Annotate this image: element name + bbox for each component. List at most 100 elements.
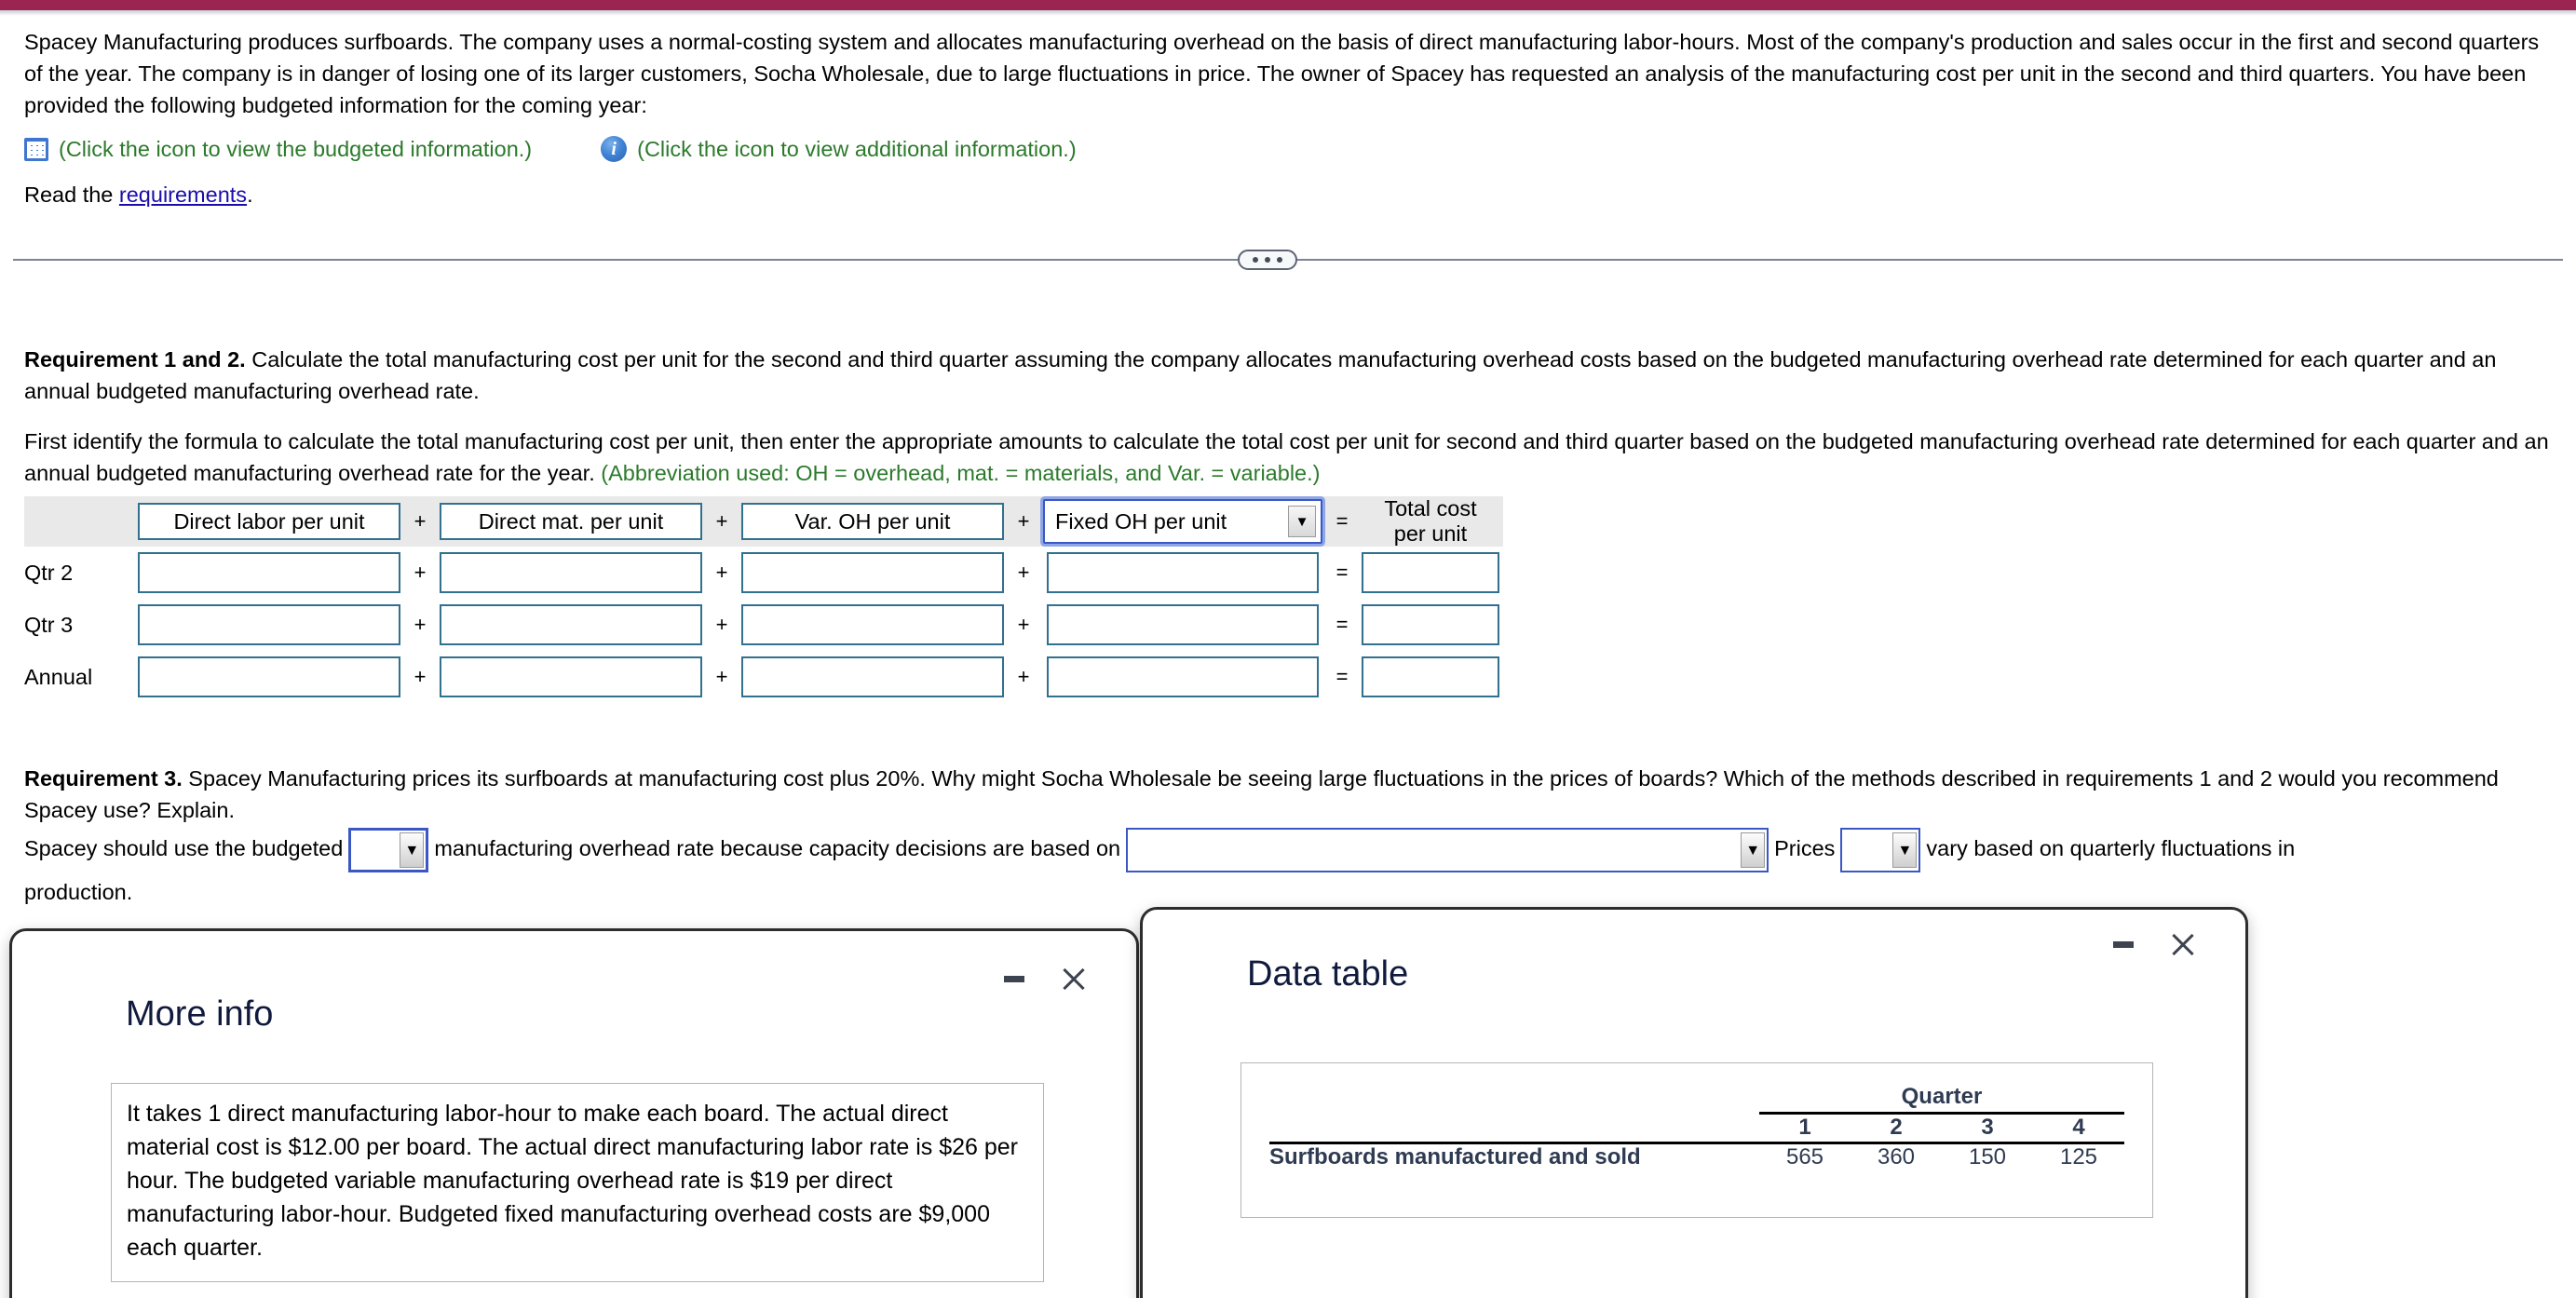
row-operator-equals: = [1335, 665, 1349, 688]
cell-qtr3-var-oh [738, 599, 1008, 651]
input-qtr3-direct-labor[interactable] [138, 604, 400, 645]
operator-plus-2: + [706, 496, 738, 547]
table-row: Qtr 3 + + + = [24, 599, 1503, 651]
input-qtr3-direct-mat[interactable] [440, 604, 702, 645]
problem-paragraph: Spacey Manufacturing produces surfboards… [24, 30, 2540, 117]
number-header-spacer [1269, 1113, 1759, 1141]
chevron-down-icon[interactable]: ▼ [1288, 506, 1316, 537]
input-qtr2-total[interactable] [1362, 552, 1499, 593]
total-cost-line1: Total cost [1384, 496, 1477, 521]
data-value-q1: 565 [1785, 1144, 1824, 1170]
chevron-down-icon[interactable]: ▼ [1741, 832, 1766, 868]
input-annual-total[interactable] [1362, 656, 1499, 697]
accent-top-bar [0, 0, 2576, 10]
cell-annual-var-oh [738, 651, 1008, 703]
icon-links-row: (Click the icon to view the budgeted inf… [24, 134, 2552, 164]
answer-text-3: Prices [1774, 836, 1836, 861]
ellipsis-icon[interactable] [1238, 250, 1297, 270]
operator-equals-header: = [1326, 496, 1358, 547]
input-annual-direct-mat[interactable] [440, 656, 702, 697]
dot-2 [1265, 257, 1270, 263]
grid-table-icon[interactable] [24, 137, 48, 161]
cell-qtr2-var-oh [738, 547, 1008, 599]
requirement-3-body: Spacey Manufacturing prices its surfboar… [24, 766, 2499, 822]
additional-info-label[interactable]: (Click the icon to view additional infor… [637, 134, 1077, 164]
input-annual-fixed-oh[interactable] [1047, 656, 1319, 697]
minimize-icon[interactable] [1004, 975, 1024, 982]
table-bottom-spacer [1269, 1170, 2124, 1198]
formula-table-grid: Direct labor per unit + Direct mat. per … [24, 496, 1503, 703]
row-operator-plus: + [715, 665, 728, 688]
input-qtr2-direct-labor[interactable] [138, 552, 400, 593]
bottom-spacer [1269, 1170, 2124, 1198]
total-cost-line2: per unit [1393, 521, 1468, 546]
row-operator-plus: + [414, 561, 427, 584]
answer-text-1: Spacey should use the budgeted [24, 836, 344, 861]
header-rowlabel-spacer [24, 496, 134, 547]
requirement-3-answer-line: Spacey should use the budgeted ▼ manufactu… [24, 828, 2552, 913]
cell-qtr2-fixed-oh [1039, 547, 1326, 599]
data-table-title: Data table [1247, 954, 1409, 994]
cell-qtr2-direct-mat [436, 547, 706, 599]
quarter-header-3: 3 [1981, 1114, 1994, 1140]
row-operator-equals: = [1335, 613, 1349, 636]
input-qtr3-fixed-oh[interactable] [1047, 604, 1319, 645]
requirement-1-2-instruction: First identify the formula to calculate … [24, 426, 2552, 489]
row-operator-plus: + [1017, 665, 1030, 688]
input-qtr2-fixed-oh[interactable] [1047, 552, 1319, 593]
input-qtr2-direct-mat[interactable] [440, 552, 702, 593]
dot-3 [1277, 257, 1282, 263]
method-dropdown[interactable]: ▼ [348, 828, 429, 872]
quarter-header-1: 1 [1798, 1114, 1811, 1140]
header-box-direct-mat[interactable]: Direct mat. per unit [440, 503, 702, 540]
budgeted-info-label[interactable]: (Click the icon to view the budgeted inf… [59, 134, 532, 164]
formula-header-row: Direct labor per unit + Direct mat. per … [24, 496, 1503, 547]
close-icon[interactable] [2169, 930, 2197, 958]
close-icon[interactable] [1060, 965, 1088, 993]
input-qtr3-total[interactable] [1362, 604, 1499, 645]
additional-info-link[interactable]: i (Click the icon to view additional inf… [601, 134, 1077, 164]
top-bar-shadow [0, 10, 2576, 16]
quarter-group-header: Quarter [1901, 1084, 1983, 1109]
quarter-group-header-row: Quarter [1269, 1084, 2124, 1110]
prices-dropdown[interactable]: ▼ [1840, 828, 1921, 872]
more-info-body: It takes 1 direct manufacturing labor-ho… [111, 1083, 1044, 1282]
fixed-oh-dropdown-inner[interactable]: Fixed OH per unit ▼ [1048, 504, 1318, 539]
capacity-dropdown[interactable]: ▼ [1126, 828, 1769, 872]
requirement-3-heading: Requirement 3. [24, 766, 183, 791]
budgeted-info-link[interactable]: (Click the icon to view the budgeted inf… [24, 134, 532, 164]
minimize-icon[interactable] [2113, 940, 2134, 948]
cell-qtr2-direct-labor [134, 547, 404, 599]
table-row: Surfboards manufactured and sold 565 360… [1269, 1143, 2124, 1171]
more-info-dialog: More info It takes 1 direct manufacturin… [9, 928, 1139, 1298]
requirement-1-2-text: Requirement 1 and 2. Calculate the total… [24, 344, 2552, 407]
header-cell-direct-labor: Direct labor per unit [134, 496, 404, 547]
input-annual-var-oh[interactable] [741, 656, 1004, 697]
info-circle-icon[interactable]: i [601, 136, 628, 162]
chevron-down-icon[interactable]: ▼ [1892, 832, 1918, 868]
input-qtr2-var-oh[interactable] [741, 552, 1004, 593]
quarter-header-4: 4 [2072, 1114, 2085, 1140]
operator-plus-1: + [404, 496, 436, 547]
header-cell-fixed-oh: Fixed OH per unit ▼ [1039, 496, 1326, 547]
cell-annual-direct-labor [134, 651, 404, 703]
table-row: Annual + + + = [24, 651, 1503, 703]
cell-qtr3-total [1358, 599, 1503, 651]
row-operator-plus: + [715, 561, 728, 584]
data-value-q2: 360 [1877, 1144, 1916, 1170]
input-annual-direct-labor[interactable] [138, 656, 400, 697]
chevron-down-icon[interactable]: ▼ [400, 832, 425, 868]
requirements-link[interactable]: requirements [119, 183, 247, 207]
input-qtr3-var-oh[interactable] [741, 604, 1004, 645]
row-operator-equals: = [1335, 561, 1349, 584]
fixed-oh-dropdown[interactable]: Fixed OH per unit ▼ [1043, 499, 1322, 544]
row-operator-plus: + [414, 613, 427, 636]
header-box-var-oh[interactable]: Var. OH per unit [741, 503, 1004, 540]
header-box-direct-labor[interactable]: Direct labor per unit [138, 503, 400, 540]
data-table-body: Quarter 1 2 3 4 Surfboards manufactured … [1241, 1062, 2153, 1218]
row-operator-plus: + [414, 665, 427, 688]
row-label-qtr3: Qtr 3 [24, 612, 74, 637]
header-cell-direct-mat: Direct mat. per unit [436, 496, 706, 547]
cell-qtr3-direct-mat [436, 599, 706, 651]
requirement-1-2-heading: Requirement 1 and 2. [24, 347, 246, 372]
